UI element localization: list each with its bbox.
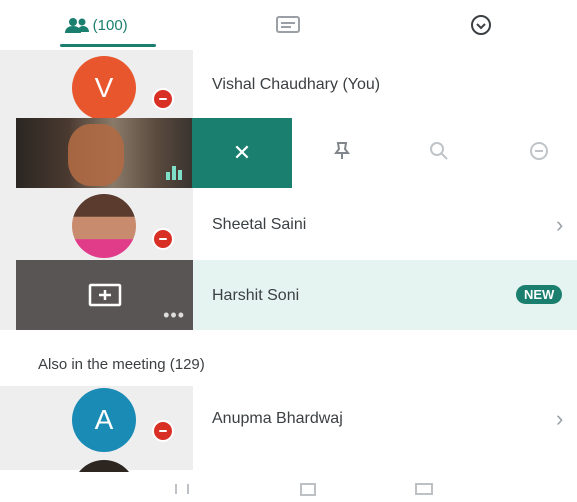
tab-bar: (100) xyxy=(0,0,577,50)
pin-icon xyxy=(334,142,350,159)
zoom-button[interactable] xyxy=(428,140,450,167)
participant-row[interactable]: Sheetal Saini › xyxy=(0,190,577,258)
remove-button[interactable] xyxy=(528,140,550,167)
participant-row[interactable]: V Vishal Chaudhary (You) xyxy=(0,50,577,120)
mic-muted-icon xyxy=(152,228,174,250)
participant-name: Vishal Chaudhary (You) xyxy=(212,76,381,93)
tab-chat[interactable] xyxy=(192,0,384,50)
video-participant-face xyxy=(68,124,124,186)
remove-icon xyxy=(530,142,548,160)
tab-info[interactable] xyxy=(385,0,577,50)
new-badge: NEW xyxy=(516,285,563,304)
participant-name: Harshit Soni xyxy=(212,287,300,304)
chevron-right-icon: › xyxy=(556,406,564,431)
close-actions-button[interactable]: ✕ xyxy=(192,118,292,188)
mic-muted-icon xyxy=(152,88,174,110)
presentation-tile: ••• xyxy=(16,260,193,330)
present-screen-icon xyxy=(88,283,121,307)
chat-icon xyxy=(276,16,301,33)
camera-icon[interactable] xyxy=(298,482,318,501)
participant-name: Anupma Bhardwaj xyxy=(212,410,343,427)
zoom-icon xyxy=(430,142,448,160)
close-icon: ✕ xyxy=(232,140,252,165)
more-options-icon[interactable]: ••• xyxy=(163,305,185,326)
section-title: Also in the meeting (129) xyxy=(38,356,205,373)
bottom-toolbar xyxy=(0,472,577,502)
chevron-right-icon: › xyxy=(556,212,564,237)
audio-level-icon xyxy=(166,166,182,180)
tab-people-label: (100) xyxy=(92,16,128,34)
participant-row[interactable]: A Anupma Bhardwaj › xyxy=(0,386,577,456)
avatar: A xyxy=(72,388,136,452)
screen-share-icon[interactable] xyxy=(414,482,434,501)
pin-button[interactable] xyxy=(331,140,353,167)
mic-icon[interactable] xyxy=(172,482,192,501)
avatar xyxy=(72,460,136,472)
participant-video-row[interactable]: ✕ xyxy=(0,118,577,190)
section-header: Also in the meeting (129) xyxy=(0,330,577,386)
avatar xyxy=(72,194,136,258)
avatar-initial: A xyxy=(94,404,114,435)
participant-row[interactable] xyxy=(0,456,577,472)
participant-row[interactable]: ••• Harshit Soni NEW xyxy=(0,258,577,330)
active-tab-indicator xyxy=(60,44,157,47)
tab-people[interactable]: (100) xyxy=(0,0,192,50)
avatar: V xyxy=(72,56,136,120)
people-icon xyxy=(64,18,89,33)
participant-name: Sheetal Saini xyxy=(212,216,307,233)
info-icon xyxy=(470,15,491,35)
mic-muted-icon xyxy=(152,420,174,442)
participant-video xyxy=(16,118,192,188)
avatar-initial: V xyxy=(94,72,114,103)
